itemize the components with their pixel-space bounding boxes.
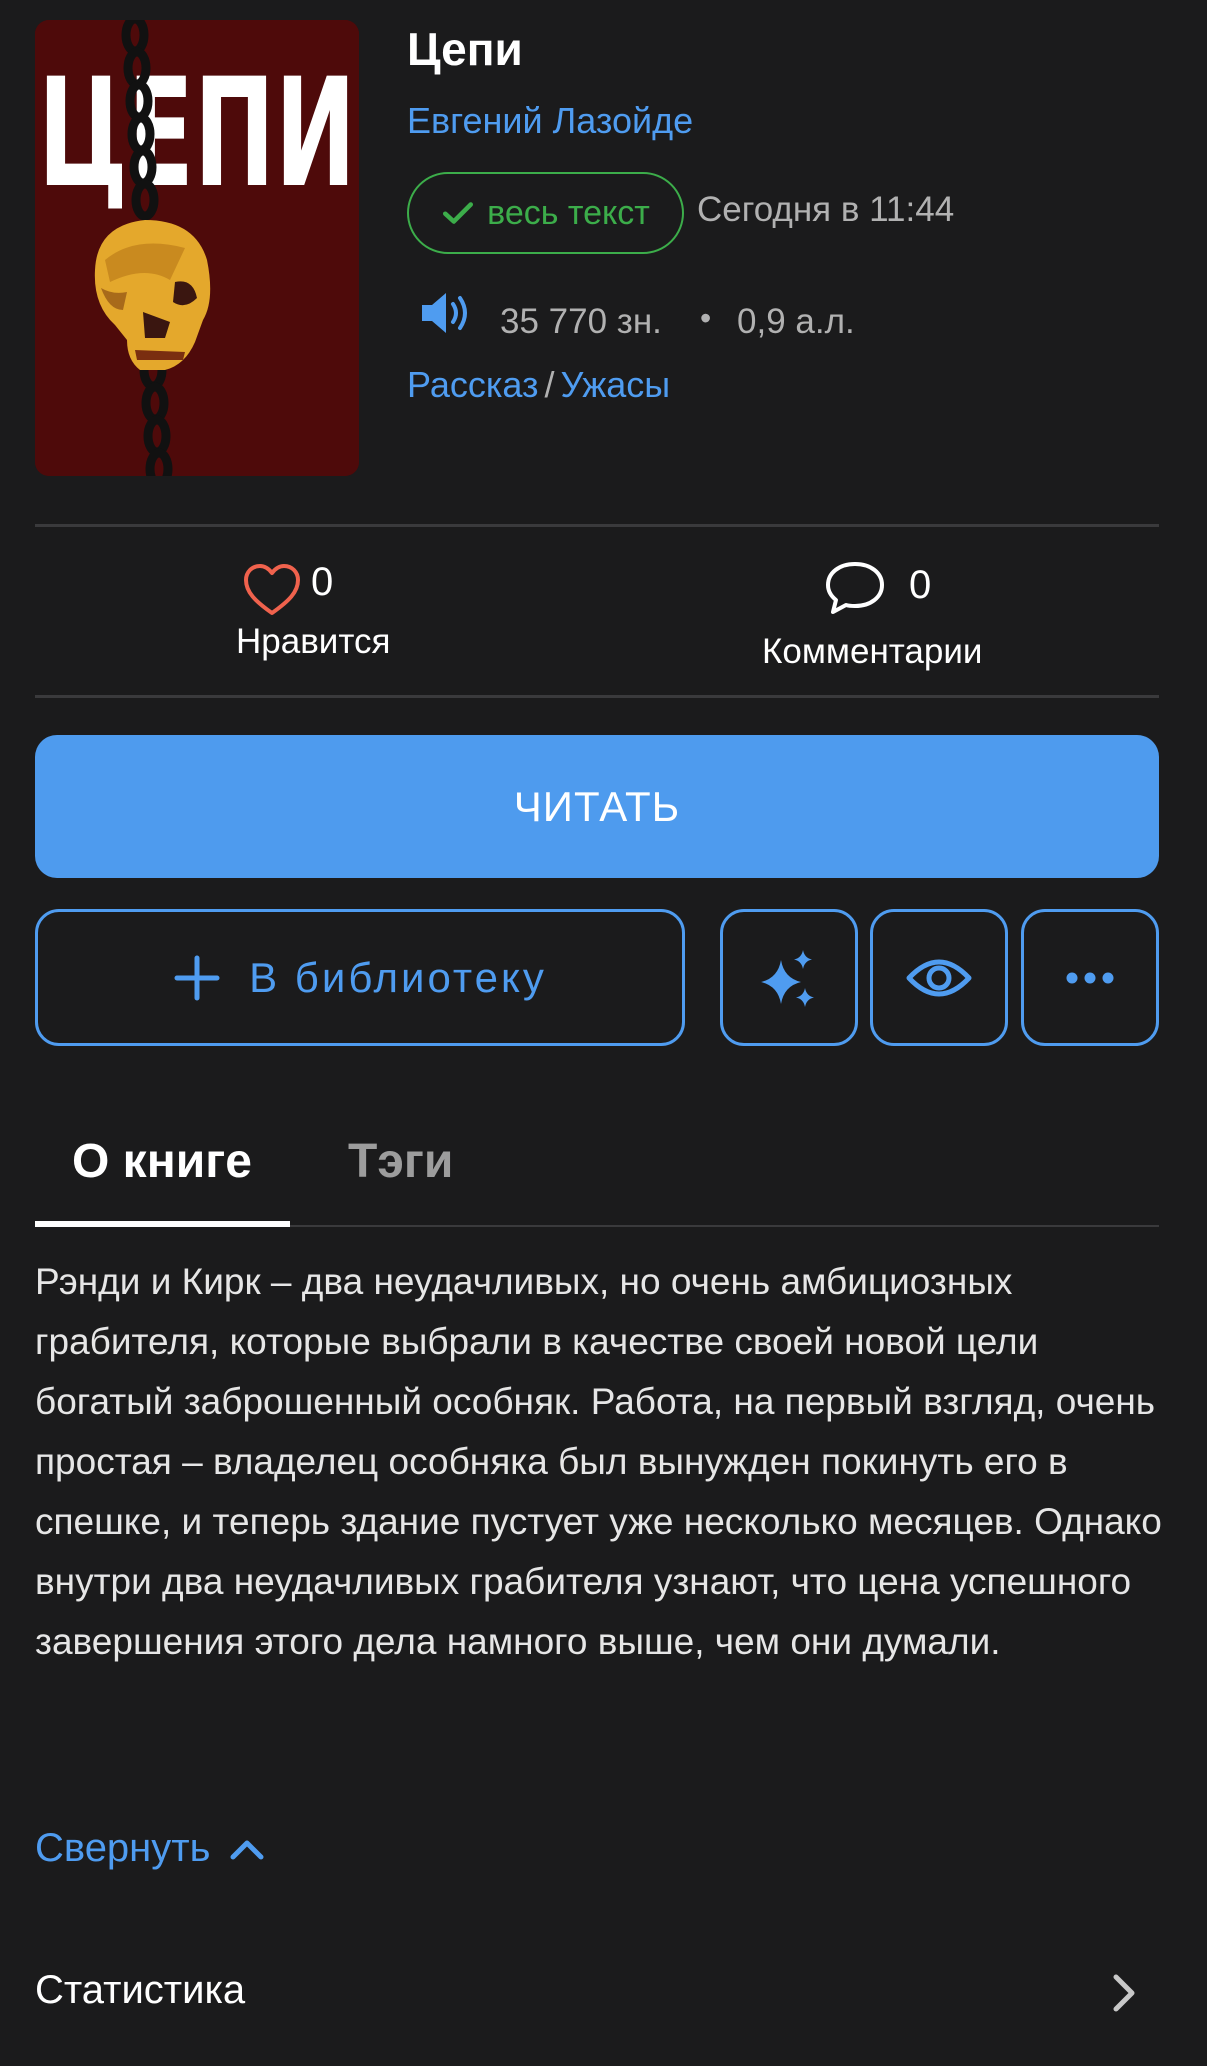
book-description: Рэнди и Кирк – два неудачливых, но очень… (35, 1261, 1162, 1662)
status-badge-label: весь текст (487, 193, 650, 232)
comments-count: 0 (909, 563, 932, 607)
likes-label[interactable]: Нравится (236, 622, 390, 662)
book-title: Цепи (407, 23, 523, 75)
add-to-library-label: В библиотеку (249, 953, 547, 1001)
meta-separator: • (700, 300, 712, 336)
book-cover[interactable]: ЦЕПИ (35, 20, 359, 476)
author-link[interactable]: Евгений Лазойде (407, 100, 693, 142)
sparkles-button[interactable] (720, 909, 858, 1046)
sparkles-icon (761, 949, 814, 1007)
tab-tags[interactable]: Тэги (348, 1134, 453, 1189)
check-icon (443, 202, 474, 224)
tab-about-book[interactable]: О книге (72, 1134, 252, 1189)
read-button[interactable]: ЧИТАТЬ (35, 735, 1159, 878)
subgenre-link[interactable]: Ужасы (561, 364, 671, 405)
comments-label[interactable]: Комментарии (762, 632, 982, 672)
statistics-row[interactable]: Статистика (35, 1968, 245, 2013)
author-sheets: 0,9 а.л. (737, 302, 855, 341)
more-dots-icon (1066, 972, 1114, 983)
speaker-icon[interactable] (420, 288, 472, 338)
collapse-label: Свернуть (35, 1826, 211, 1870)
cover-title: ЦЕПИ (38, 47, 356, 221)
status-badge: весь текст (407, 172, 684, 254)
collapse-button[interactable]: Свернуть (35, 1826, 266, 1871)
more-button[interactable] (1021, 909, 1159, 1046)
character-count: 35 770 зн. (500, 302, 662, 341)
divider (35, 524, 1159, 527)
heart-icon[interactable] (243, 563, 301, 617)
chevron-right-icon[interactable] (1110, 1972, 1138, 2014)
chevron-up-icon (230, 1840, 264, 1859)
genre-separator: / (544, 364, 555, 405)
active-tab-indicator (35, 1221, 290, 1227)
eye-icon (906, 959, 972, 996)
genre-breadcrumb: Рассказ / Ужасы (407, 364, 670, 406)
plus-icon (174, 955, 220, 1000)
speech-bubble-icon[interactable] (824, 560, 886, 616)
divider (35, 695, 1159, 698)
updated-time: Сегодня в 11:44 (697, 190, 955, 229)
likes-count: 0 (311, 560, 334, 604)
cover-illustration: ЦЕПИ (35, 20, 359, 476)
genre-link[interactable]: Рассказ (407, 364, 539, 405)
add-to-library-button[interactable]: В библиотеку (35, 909, 685, 1046)
watch-button[interactable] (870, 909, 1008, 1046)
